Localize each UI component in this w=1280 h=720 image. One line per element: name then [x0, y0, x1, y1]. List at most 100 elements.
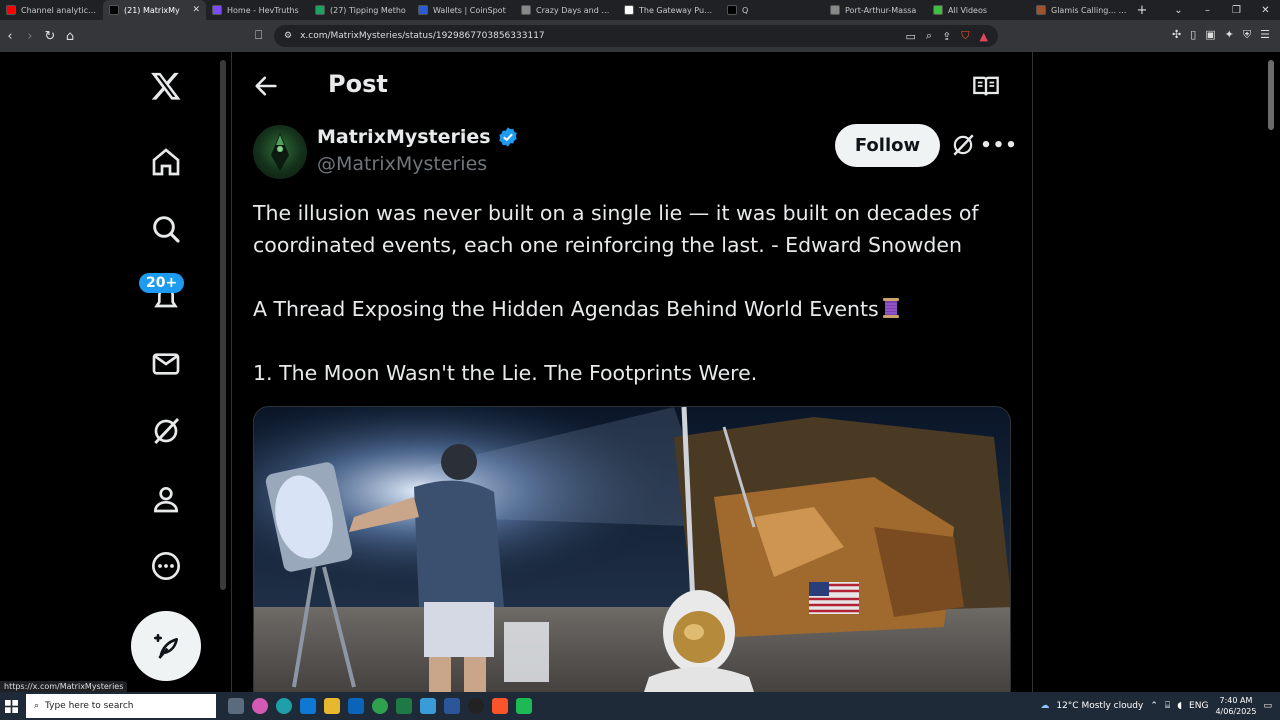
lang-indicator[interactable]: ENG	[1189, 701, 1208, 711]
address-bar[interactable]: ⚙ x.com/MatrixMysteries/status/192986770…	[274, 25, 998, 47]
search-icon: ⌕	[34, 701, 40, 711]
app-icon[interactable]	[420, 698, 436, 714]
tab-favicon-icon	[109, 5, 119, 15]
minimize-icon[interactable]: –	[1193, 5, 1222, 16]
browser-tab[interactable]: Wallets | CoinSpot	[412, 0, 515, 20]
browser-tab[interactable]: All Videos	[927, 0, 1030, 20]
browser-right-icons: ✣ ▯ ▣ ✦ ⛨ ☰	[1172, 28, 1270, 42]
browser-tab[interactable]: Home - HevTruths	[206, 0, 309, 20]
home-nav-icon[interactable]	[148, 144, 184, 180]
post-more-icon[interactable]: •••	[980, 132, 1017, 158]
profile-icon[interactable]	[148, 481, 184, 517]
window-controls: ⌄ – ❐ ✕	[1164, 0, 1280, 20]
explore-search-icon[interactable]	[148, 211, 184, 247]
share-icon[interactable]: ⇪	[942, 30, 951, 43]
back-nav-icon[interactable]: ‹	[0, 29, 20, 44]
store-icon[interactable]	[300, 698, 316, 714]
browser-tab[interactable]: Glamis Calling... | ta	[1030, 0, 1133, 20]
post-media-image[interactable]	[253, 406, 1011, 706]
volume-icon[interactable]: ◖	[1177, 701, 1182, 711]
copilot-icon[interactable]	[252, 698, 268, 714]
wallet-icon[interactable]: ▣	[1205, 28, 1215, 42]
tab-label: The Gateway Pundi	[639, 5, 715, 15]
follow-button[interactable]: Follow	[835, 124, 940, 167]
page-scrollbar[interactable]	[1268, 60, 1274, 130]
back-arrow-icon[interactable]	[252, 72, 280, 100]
avatar[interactable]	[253, 125, 307, 179]
forward-nav-icon[interactable]: ›	[20, 29, 40, 44]
site-info-icon[interactable]: ⚙	[284, 31, 292, 41]
reload-icon[interactable]: ↻	[40, 29, 60, 44]
tab-favicon-icon	[6, 5, 16, 15]
browser-tab[interactable]: Q	[721, 0, 824, 20]
tab-favicon-icon	[212, 5, 222, 15]
verified-badge-icon	[498, 127, 517, 147]
vpn-icon[interactable]: ⛨	[1243, 28, 1251, 42]
display-name[interactable]: MatrixMysteries	[317, 126, 519, 148]
messages-envelope-icon[interactable]	[148, 346, 184, 382]
tab-search-icon[interactable]: ⌄	[1164, 5, 1193, 16]
file-explorer-icon[interactable]	[324, 698, 340, 714]
notification-center-icon[interactable]: ▭	[1263, 701, 1272, 711]
sidebar-toggle-icon[interactable]: ▯	[1190, 28, 1196, 42]
tray-chevron-icon[interactable]: ⌃	[1150, 701, 1158, 711]
left-scrollbar[interactable]	[220, 60, 226, 590]
network-icon[interactable]: ⌸	[1165, 701, 1170, 711]
leo-ai-icon[interactable]: ✦	[1225, 28, 1234, 42]
zoom-icon[interactable]: ⌕	[926, 29, 932, 43]
tab-label: (27) Tipping Metho	[330, 5, 406, 15]
taskbar-search[interactable]: ⌕ Type here to search	[26, 694, 216, 718]
browser-tab[interactable]: The Gateway Pundi	[618, 0, 721, 20]
brave-icon[interactable]	[492, 698, 508, 714]
close-window-icon[interactable]: ✕	[1251, 5, 1280, 16]
browser-tab[interactable]: Crazy Days and Nig	[515, 0, 618, 20]
notifications-badge: 20+	[139, 273, 185, 293]
post-text-line: The illusion was never built on a single…	[253, 201, 979, 225]
clock-date: 4/06/2025	[1215, 707, 1257, 716]
reader-mode-icon[interactable]	[972, 72, 1000, 100]
user-handle[interactable]: @MatrixMysteries	[317, 153, 487, 175]
browser-tab-strip: Channel analytics - (21) MatrixMy ✕ Home - …	[0, 0, 1280, 20]
browser-tab[interactable]: Channel analytics -	[0, 0, 103, 20]
post-header: Post	[232, 52, 1032, 118]
menu-icon[interactable]: ☰	[1260, 28, 1270, 42]
browser-tab[interactable]: (27) Tipping Metho	[309, 0, 412, 20]
app-icon-2[interactable]	[516, 698, 532, 714]
excel-icon[interactable]	[396, 698, 412, 714]
page-title: Post	[328, 70, 388, 98]
grok-icon[interactable]	[148, 413, 184, 449]
word-icon[interactable]	[444, 698, 460, 714]
obs-icon[interactable]	[468, 698, 484, 714]
system-tray: ☁ 12°C Mostly cloudy ⌃ ⌸ ◖ ENG 7:40 AM 4…	[1040, 692, 1272, 720]
browser-app-icon[interactable]	[372, 698, 388, 714]
windows-start-icon[interactable]	[0, 692, 22, 720]
browser-toolbar: ‹ › ↻ ⌂ ⎕ ⚙ x.com/MatrixMysteries/status…	[0, 20, 1280, 52]
task-view-icon[interactable]	[228, 698, 244, 714]
grok-explain-icon[interactable]	[950, 132, 976, 158]
tab-favicon-icon	[830, 5, 840, 15]
clock[interactable]: 7:40 AM 4/06/2025	[1215, 695, 1256, 717]
weather-text[interactable]: 12°C Mostly cloudy	[1056, 701, 1143, 711]
windows-taskbar: ⌕ Type here to search ☁ 12°C Mostly clou…	[0, 692, 1280, 720]
column-divider	[1032, 52, 1033, 692]
tab-label: All Videos	[948, 5, 988, 15]
compose-post-button[interactable]	[131, 611, 201, 681]
brave-shield-icon[interactable]: ⛉	[961, 29, 969, 43]
restore-icon[interactable]: ❐	[1222, 5, 1251, 16]
browser-tab[interactable]: (21) MatrixMy ✕	[103, 0, 206, 20]
home-icon[interactable]: ⌂	[60, 29, 80, 44]
tab-label: Crazy Days and Nig	[536, 5, 612, 15]
x-logo-icon[interactable]	[148, 68, 184, 104]
cast-icon[interactable]: ▭	[905, 30, 915, 43]
brave-rewards-icon[interactable]: ▲	[980, 30, 988, 43]
edge-icon[interactable]	[276, 698, 292, 714]
browser-tab[interactable]: Port-Arthur-Massa	[824, 0, 927, 20]
extensions-icon[interactable]: ✣	[1172, 28, 1181, 42]
tab-label: (21) MatrixMy	[124, 5, 180, 15]
bookmark-icon[interactable]: ⎕	[255, 28, 262, 43]
tab-favicon-icon	[727, 5, 737, 15]
new-tab-button[interactable]: +	[1133, 3, 1151, 18]
outlook-icon[interactable]	[348, 698, 364, 714]
tab-close-icon[interactable]: ✕	[192, 5, 200, 15]
more-options-icon[interactable]	[148, 548, 184, 584]
